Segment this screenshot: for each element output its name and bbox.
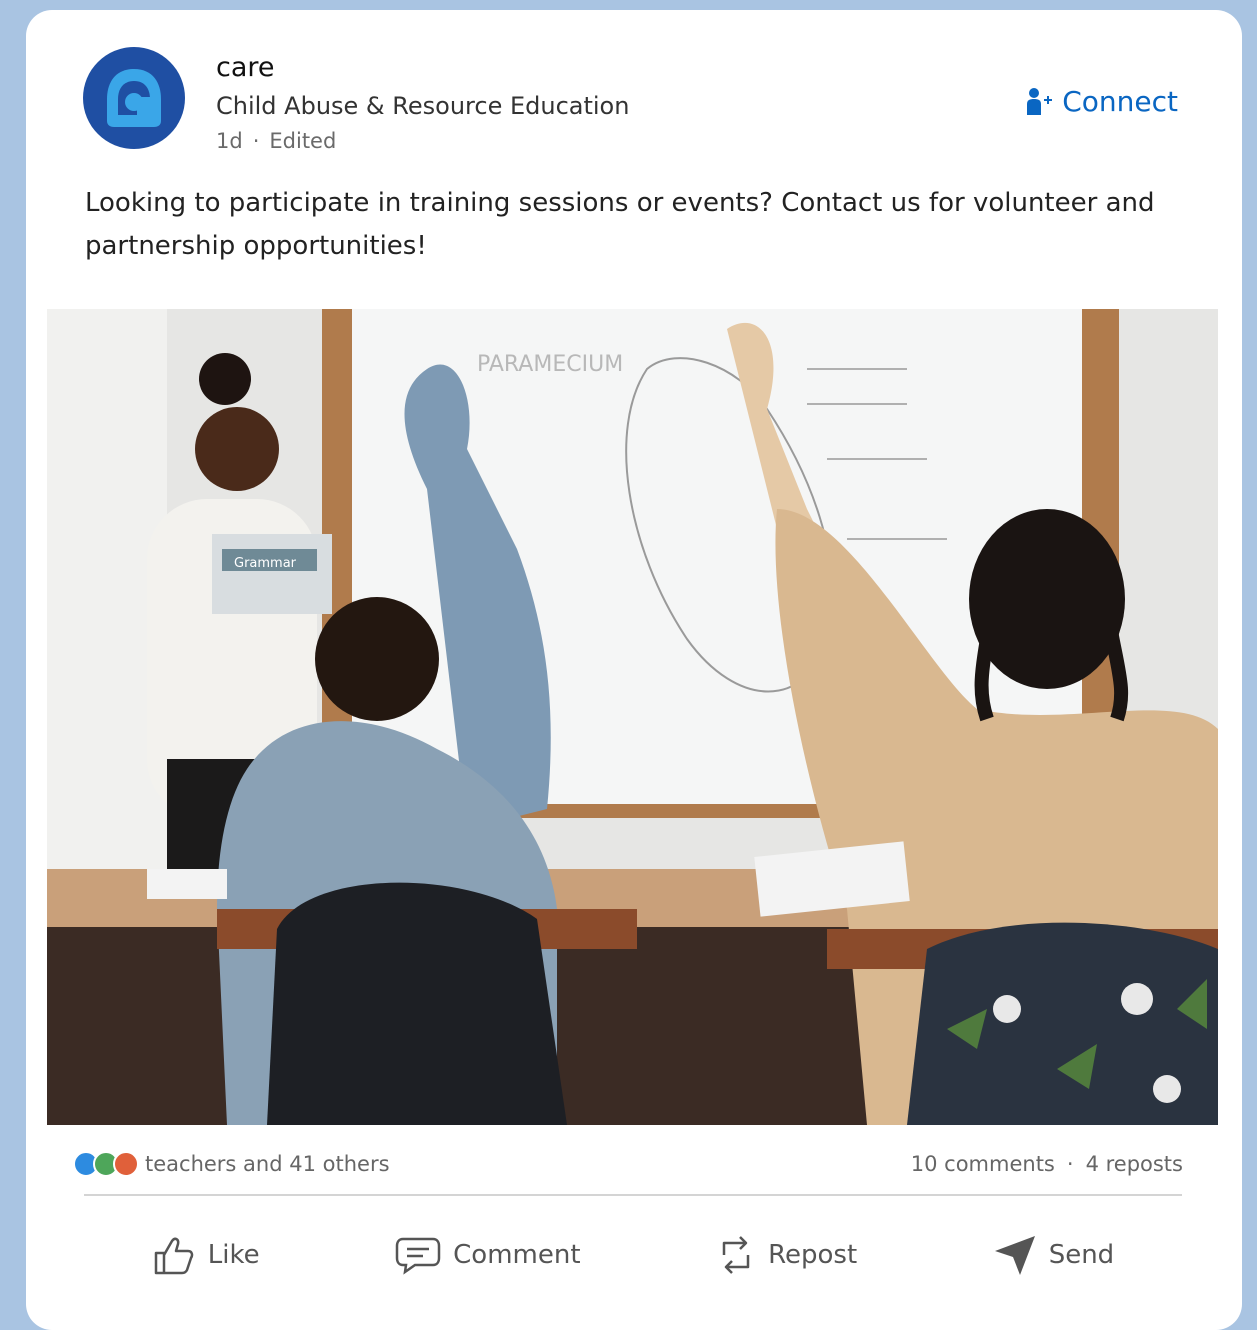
social-counts-row: teachers and 41 others 10 comments · 4 rep… (73, 1147, 1183, 1181)
comment-icon (395, 1237, 441, 1275)
author-subtitle: Child Abuse & Resource Education (216, 92, 630, 120)
book-title: Grammar (234, 556, 297, 571)
thumbs-up-icon (154, 1237, 193, 1275)
comment-button[interactable]: Comment (395, 1235, 581, 1275)
post-time: 1d (216, 129, 243, 153)
edited-label: Edited (269, 129, 337, 153)
action-bar: Like Comment Repost Send (84, 1220, 1182, 1290)
like-button[interactable]: Like (152, 1233, 260, 1277)
comment-label: Comment (453, 1240, 581, 1270)
author-avatar[interactable] (83, 47, 185, 149)
connect-button[interactable]: Connect (1026, 85, 1178, 118)
reactions-text: teachers and 41 others (145, 1152, 390, 1176)
comments-count[interactable]: 10 comments (911, 1152, 1055, 1176)
post-card: care Child Abuse & Resource Education 1d… (26, 10, 1242, 1330)
post-photo[interactable]: PARAMECIUM Grammar (47, 309, 1218, 1125)
reactions-summary[interactable]: teachers and 41 others (73, 1151, 390, 1177)
counts-separator: · (1066, 1152, 1074, 1176)
classroom-photo-image: PARAMECIUM Grammar (47, 309, 1218, 1125)
reposts-count[interactable]: 4 reposts (1086, 1152, 1183, 1176)
reaction-icons (73, 1151, 139, 1177)
send-label: Send (1048, 1240, 1115, 1270)
meta-separator: · (252, 129, 260, 153)
repost-label: Repost (768, 1240, 858, 1270)
whiteboard-title: PARAMECIUM (477, 352, 623, 377)
send-button[interactable]: Send (993, 1233, 1114, 1277)
repost-button[interactable]: Repost (716, 1233, 857, 1277)
divider (84, 1194, 1182, 1196)
post-body-text: Looking to participate in training sessi… (85, 188, 1155, 261)
add-person-icon (1027, 87, 1053, 115)
connect-label: Connect (1062, 85, 1178, 118)
repost-icon (722, 1236, 750, 1274)
like-label: Like (207, 1240, 260, 1270)
author-name[interactable]: care (216, 52, 275, 83)
care-logo-icon (107, 69, 161, 127)
post-meta: 1d · Edited (216, 129, 336, 153)
engagement-counts: 10 comments · 4 reposts (911, 1152, 1183, 1176)
send-icon (994, 1236, 1035, 1275)
love-reaction-icon (113, 1151, 139, 1177)
